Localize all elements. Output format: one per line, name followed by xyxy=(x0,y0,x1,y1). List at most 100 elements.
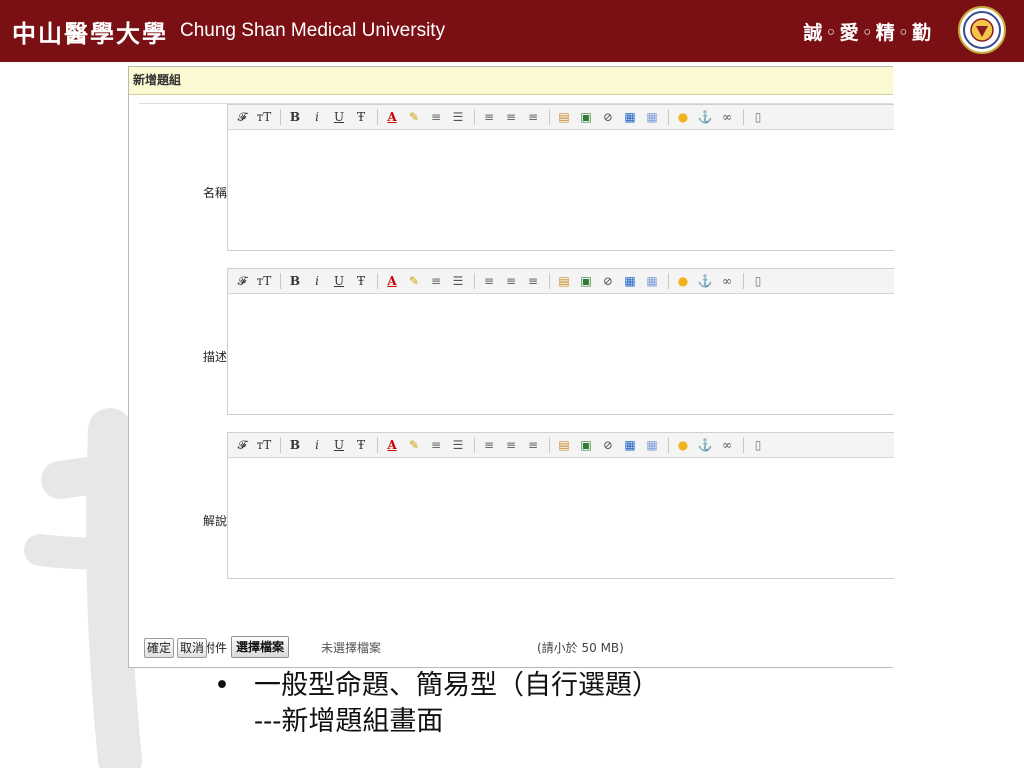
emoticon-icon[interactable]: ● xyxy=(673,107,693,127)
strikethrough-icon[interactable]: Ŧ xyxy=(351,435,371,455)
italic-icon[interactable]: i xyxy=(307,435,327,455)
university-motto: 誠◦愛◦精◦勤 xyxy=(803,22,934,44)
editor-content-name[interactable] xyxy=(228,130,894,250)
toolbar-separator xyxy=(549,109,550,125)
align-center-icon[interactable]: ≡ xyxy=(501,271,521,291)
ordered-list-icon[interactable]: ≡ xyxy=(426,107,446,127)
choose-file-button[interactable]: 選擇檔案 xyxy=(231,636,290,658)
editor-content-explanation[interactable] xyxy=(228,458,894,578)
strikethrough-icon[interactable]: Ŧ xyxy=(351,107,371,127)
table-icon[interactable]: ▦ xyxy=(620,107,640,127)
unordered-list-icon[interactable]: ☰ xyxy=(448,435,468,455)
editor-toolbar: 𝓕тT Bi U Ŧ A ✎ ≡ ☰ ≡ ≡ ≡ ▤ ▣ ⊘ ▦ ▦ ● ⚓ ∞ ▯ xyxy=(228,269,894,294)
cancel-button[interactable]: 取消 xyxy=(177,638,208,658)
form-row-description: 描述 𝓕тT Bi U Ŧ A ✎ ≡ ☰ ≡ ≡ ≡ ▤ ▣ ⊘ ▦ ▦ ● ⚓ ∞ ▯ xyxy=(139,268,894,428)
strikethrough-icon[interactable]: Ŧ xyxy=(351,271,371,291)
highlight-color-icon[interactable]: ✎ xyxy=(404,107,424,127)
link-icon[interactable]: ∞ xyxy=(717,107,737,127)
document-icon[interactable]: ▯ xyxy=(748,107,768,127)
editor-content-description[interactable] xyxy=(228,294,894,414)
flash-icon[interactable]: ⊘ xyxy=(598,271,618,291)
toolbar-separator xyxy=(280,109,281,125)
text-color-icon[interactable]: A xyxy=(382,107,402,127)
align-left-icon[interactable]: ≡ xyxy=(479,107,499,127)
font-size-icon[interactable]: тT xyxy=(254,107,274,127)
align-right-icon[interactable]: ≡ xyxy=(523,435,543,455)
font-size-icon[interactable]: тT xyxy=(254,435,274,455)
link-icon[interactable]: ∞ xyxy=(717,435,737,455)
highlight-color-icon[interactable]: ✎ xyxy=(404,271,424,291)
document-icon[interactable]: ▯ xyxy=(748,271,768,291)
text-color-icon[interactable]: A xyxy=(382,435,402,455)
underline-icon[interactable]: U xyxy=(329,107,349,127)
caption-line-1: 一般型命題、簡易型（自行選題） xyxy=(254,670,659,701)
toolbar-separator xyxy=(743,109,744,125)
file-status-text: 未選擇檔案 xyxy=(321,641,382,655)
grid-icon[interactable]: ▦ xyxy=(642,271,662,291)
ordered-list-icon[interactable]: ≡ xyxy=(426,435,446,455)
bold-icon[interactable]: B xyxy=(285,271,305,291)
document-icon[interactable]: ▯ xyxy=(748,435,768,455)
image-icon[interactable]: ▣ xyxy=(576,107,596,127)
highlight-color-icon[interactable]: ✎ xyxy=(404,435,424,455)
field-label-description: 描述 xyxy=(202,350,227,364)
link-icon[interactable]: ∞ xyxy=(717,271,737,291)
emoticon-icon[interactable]: ● xyxy=(673,435,693,455)
form-row-attachment: 附件 選擇檔案 未選擇檔案 (請小於 50 MB) xyxy=(139,636,893,660)
editor-toolbar: 𝓕тT Bi U Ŧ A ✎ ≡ ☰ ≡ ≡ ≡ ▤ ▣ ⊘ ▦ ▦ ● ⚓ ∞ ▯ xyxy=(228,105,894,130)
unordered-list-icon[interactable]: ☰ xyxy=(448,271,468,291)
text-color-icon[interactable]: A xyxy=(382,271,402,291)
font-family-icon[interactable]: 𝓕 xyxy=(232,435,252,455)
toolbar-separator xyxy=(280,273,281,289)
paste-icon[interactable]: ▤ xyxy=(554,435,574,455)
file-size-hint: (請小於 50 MB) xyxy=(537,641,624,655)
toolbar-separator xyxy=(549,437,550,453)
align-left-icon[interactable]: ≡ xyxy=(479,435,499,455)
underline-icon[interactable]: U xyxy=(329,435,349,455)
form-row-name: 名稱 𝓕тT Bi U Ŧ A ✎ ≡ ☰ ≡ ≡ ≡ ▤ ▣ ⊘ ▦ ▦ ● ⚓ ∞ ▯ xyxy=(139,104,894,264)
anchor-icon[interactable]: ⚓ xyxy=(695,107,715,127)
toolbar-separator xyxy=(668,109,669,125)
image-icon[interactable]: ▣ xyxy=(576,271,596,291)
italic-icon[interactable]: i xyxy=(307,107,327,127)
university-name-cn: 中山醫學大學 xyxy=(12,18,168,48)
grid-icon[interactable]: ▦ xyxy=(642,107,662,127)
table-icon[interactable]: ▦ xyxy=(620,271,640,291)
paste-icon[interactable]: ▤ xyxy=(554,271,574,291)
toolbar-separator xyxy=(743,437,744,453)
rich-text-editor-explanation: 𝓕тT Bi U Ŧ A ✎ ≡ ☰ ≡ ≡ ≡ ▤ ▣ ⊘ ▦ ▦ ● ⚓ ∞ ▯ xyxy=(227,432,894,579)
ordered-list-icon[interactable]: ≡ xyxy=(426,271,446,291)
grid-icon[interactable]: ▦ xyxy=(642,435,662,455)
field-label-name: 名稱 xyxy=(202,186,227,200)
emoticon-icon[interactable]: ● xyxy=(673,271,693,291)
flash-icon[interactable]: ⊘ xyxy=(598,107,618,127)
confirm-button[interactable]: 確定 xyxy=(144,638,175,658)
caption-line-2: ---新增題組畫面 xyxy=(254,706,444,737)
table-icon[interactable]: ▦ xyxy=(620,435,640,455)
italic-icon[interactable]: i xyxy=(307,271,327,291)
paste-icon[interactable]: ▤ xyxy=(554,107,574,127)
font-size-icon[interactable]: тT xyxy=(254,271,274,291)
anchor-icon[interactable]: ⚓ xyxy=(695,271,715,291)
align-right-icon[interactable]: ≡ xyxy=(523,271,543,291)
unordered-list-icon[interactable]: ☰ xyxy=(448,107,468,127)
toolbar-separator xyxy=(474,437,475,453)
university-seal-icon xyxy=(958,6,1006,54)
font-family-icon[interactable]: 𝓕 xyxy=(232,271,252,291)
font-family-icon[interactable]: 𝓕 xyxy=(232,107,252,127)
field-label-explanation: 解說 xyxy=(202,514,227,528)
toolbar-separator xyxy=(377,437,378,453)
toolbar-separator xyxy=(474,273,475,289)
bold-icon[interactable]: B xyxy=(285,435,305,455)
align-left-icon[interactable]: ≡ xyxy=(479,271,499,291)
align-center-icon[interactable]: ≡ xyxy=(501,435,521,455)
align-right-icon[interactable]: ≡ xyxy=(523,107,543,127)
align-center-icon[interactable]: ≡ xyxy=(501,107,521,127)
anchor-icon[interactable]: ⚓ xyxy=(695,435,715,455)
university-name-en: Chung Shan Medical University xyxy=(180,20,446,41)
bold-icon[interactable]: B xyxy=(285,107,305,127)
underline-icon[interactable]: U xyxy=(329,271,349,291)
toolbar-separator xyxy=(377,109,378,125)
image-icon[interactable]: ▣ xyxy=(576,435,596,455)
flash-icon[interactable]: ⊘ xyxy=(598,435,618,455)
